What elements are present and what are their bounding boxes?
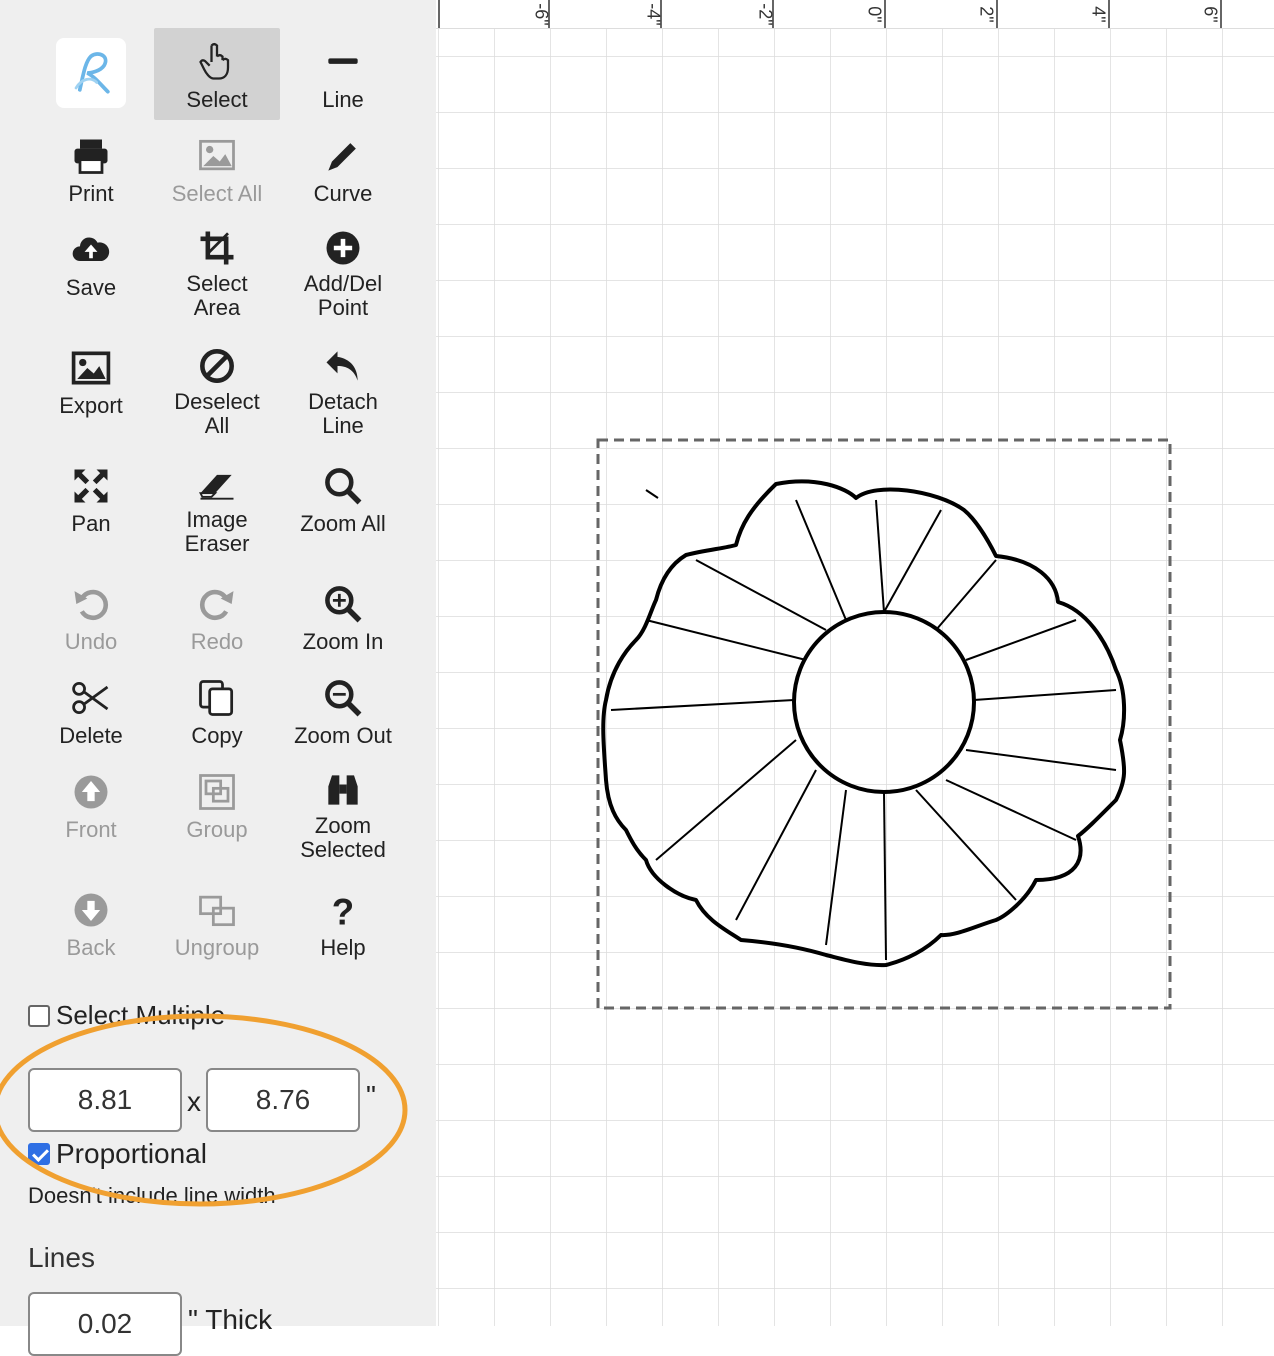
undo-icon	[67, 580, 115, 628]
proportional-checkbox[interactable]	[28, 1143, 50, 1165]
tool-save-button[interactable]: Save	[28, 216, 154, 316]
tool-back-button[interactable]: Back	[28, 876, 154, 976]
tool-label: Export	[59, 393, 123, 418]
tool-label: Deselect All	[174, 389, 260, 438]
reply-arrow-icon	[319, 344, 367, 388]
tool-label: Back	[66, 935, 116, 960]
tool-label: Pan	[71, 511, 111, 536]
pencil-icon	[319, 132, 367, 180]
tool-label: Detach Line	[308, 389, 378, 438]
tool-print-button[interactable]: Print	[28, 122, 154, 222]
tool-delete-button[interactable]: Delete	[28, 664, 154, 764]
svg-text:?: ?	[332, 892, 354, 932]
tool-label: Front	[65, 817, 117, 842]
tool-detach-line-button[interactable]: Detach Line	[280, 334, 406, 438]
tool-zoom-out-button[interactable]: Zoom Out	[280, 664, 406, 764]
zoom-in-icon	[319, 580, 367, 628]
cloud-upload-icon	[67, 226, 115, 274]
group-icon	[193, 768, 241, 816]
logo-mark	[74, 52, 110, 94]
tool-label: Undo	[64, 629, 118, 654]
ban-icon	[193, 344, 241, 388]
pointer-hand-icon	[193, 38, 241, 86]
drawing-canvas[interactable]: -6" -4" -2" 0" 2" 4" 6"	[436, 0, 1274, 1326]
tool-label: Select All	[171, 181, 263, 206]
proportional-option[interactable]: Proportional	[28, 1138, 207, 1170]
copy-icon	[193, 674, 241, 722]
zoom-out-icon	[319, 674, 367, 722]
flower-image[interactable]	[436, 0, 1274, 1326]
tool-add-del-point-button[interactable]: Add/Del Point	[280, 216, 406, 320]
tool-undo-button[interactable]: Undo	[28, 570, 154, 670]
line-icon	[319, 38, 367, 86]
tool-label: Print	[68, 181, 114, 206]
tool-label: Zoom In	[302, 629, 384, 654]
tool-curve-button[interactable]: Curve	[280, 122, 406, 222]
tool-label: Image Eraser	[184, 507, 250, 556]
tool-deselect-all-button[interactable]: Deselect All	[154, 334, 280, 438]
tool-label: Zoom Selected	[300, 813, 386, 862]
tool-copy-button[interactable]: Copy	[154, 664, 280, 764]
arrow-up-circle-icon	[67, 768, 115, 816]
scissors-icon	[67, 674, 115, 722]
tool-export-button[interactable]: Export	[28, 334, 154, 434]
tool-label: Select Area	[186, 271, 248, 320]
tool-label: Zoom All	[300, 511, 386, 536]
height-input[interactable]: 8.76	[206, 1068, 360, 1132]
select-multiple-checkbox[interactable]	[28, 1004, 50, 1027]
tool-image-eraser-button[interactable]: Image Eraser	[154, 452, 280, 556]
lines-section-title: Lines	[28, 1242, 95, 1273]
tool-select-button[interactable]: Select	[154, 28, 280, 120]
picture-icon	[67, 344, 115, 392]
binoculars-icon	[319, 768, 367, 812]
tool-zoom-all-button[interactable]: Zoom All	[280, 452, 406, 552]
tool-label: Curve	[313, 181, 373, 206]
tool-label: Help	[320, 935, 366, 960]
tool-help-button[interactable]: ? Help	[280, 876, 406, 976]
crop-icon	[193, 226, 241, 270]
arrow-down-circle-icon	[67, 886, 115, 934]
tool-label: Select	[186, 87, 248, 112]
select-multiple-label: Select Multiple	[56, 1000, 226, 1030]
tool-zoom-in-button[interactable]: Zoom In	[280, 570, 406, 670]
selection-box[interactable]	[596, 438, 1172, 1010]
redo-icon	[193, 580, 241, 628]
tool-label: Redo	[190, 629, 244, 654]
times-label: x	[187, 1086, 201, 1117]
width-input[interactable]: 8.81	[28, 1068, 182, 1132]
tool-zoom-selected-button[interactable]: Zoom Selected	[280, 758, 406, 862]
plus-circle-icon	[319, 226, 367, 270]
tool-label: Copy	[191, 723, 243, 748]
line-thickness-input[interactable]: 0.02	[28, 1292, 182, 1356]
ungroup-icon	[193, 886, 241, 934]
dimension-note: Doesn't include line width	[28, 1183, 276, 1208]
tool-label: Line	[322, 87, 364, 112]
tool-redo-button[interactable]: Redo	[154, 570, 280, 670]
magnifier-icon	[319, 462, 367, 510]
select-multiple-option[interactable]: Select Multiple	[28, 1000, 225, 1031]
tool-group-button[interactable]: Group	[154, 758, 280, 858]
image-icon	[193, 132, 241, 180]
tool-ungroup-button[interactable]: Ungroup	[154, 876, 280, 976]
inch-unit-label: "	[366, 1080, 376, 1111]
thickness-unit-label: " Thick	[188, 1304, 273, 1335]
eraser-icon	[193, 462, 241, 506]
tool-pan-button[interactable]: Pan	[28, 452, 154, 552]
tool-select-all-button[interactable]: Select All	[154, 122, 280, 222]
tool-label: Add/Del Point	[303, 271, 383, 320]
tool-label: Delete	[59, 723, 123, 748]
arrows-expand-icon	[67, 462, 115, 510]
tool-select-area-button[interactable]: Select Area	[154, 216, 280, 320]
tool-line-button[interactable]: Line	[280, 28, 406, 128]
question-icon: ?	[319, 886, 367, 934]
tool-front-button[interactable]: Front	[28, 758, 154, 858]
proportional-label: Proportional	[56, 1138, 207, 1169]
tool-label: Zoom Out	[294, 723, 392, 748]
printer-icon	[67, 132, 115, 180]
tool-label: Ungroup	[174, 935, 260, 960]
tool-sidebar: Select Line Print Select All Curve Save Select…	[0, 0, 436, 1356]
tool-label: Save	[65, 275, 117, 300]
app-logo[interactable]	[56, 38, 126, 108]
tool-label: Group	[186, 817, 248, 842]
